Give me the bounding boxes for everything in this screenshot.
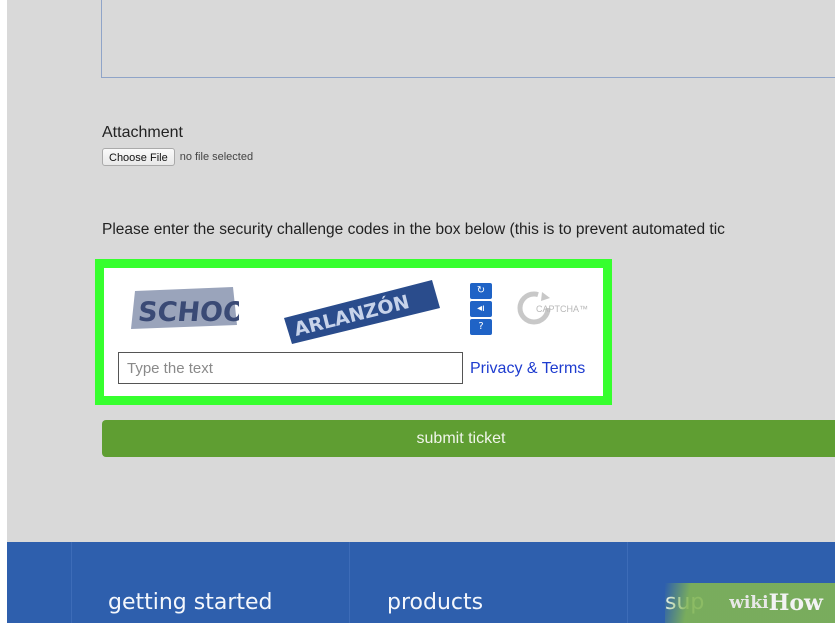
captcha-word-2-text: ARLANZÓN: [291, 289, 411, 341]
description-textarea[interactable]: [101, 0, 835, 78]
file-status-text: no file selected: [179, 151, 254, 163]
footer-link-getting-started[interactable]: getting started: [108, 590, 273, 615]
wikihow-logo: wikiHow: [729, 590, 823, 616]
support-ticket-page: Attachment Choose File no file selected …: [7, 0, 835, 623]
audio-icon[interactable]: ◂ı: [470, 301, 492, 317]
recaptcha-logo-text: CAPTCHA™: [536, 304, 588, 314]
help-icon[interactable]: ?: [470, 319, 492, 335]
wikihow-logo-wiki: wiki: [729, 593, 769, 613]
attachment-label: Attachment: [102, 124, 183, 141]
submit-ticket-button[interactable]: submit ticket: [102, 420, 835, 457]
captcha-text-input[interactable]: [118, 352, 463, 384]
captcha-word-image-2: ARLANZÓN: [282, 278, 442, 348]
footer-link-products[interactable]: products: [387, 590, 483, 615]
captcha-word-1-text: SCHOOI: [136, 297, 239, 328]
security-instructions: Please enter the security challenge code…: [102, 221, 725, 238]
choose-file-button[interactable]: Choose File: [102, 148, 175, 166]
recaptcha-logo: CAPTCHA™: [514, 288, 600, 333]
wikihow-logo-how: How: [768, 590, 823, 616]
captcha-highlight-frame: SCHOOI ARLANZÓN ↻ ◂ı ? CAPTCHA™ Type the…: [95, 259, 612, 405]
captcha-widget: SCHOOI ARLANZÓN ↻ ◂ı ? CAPTCHA™ Type the…: [104, 268, 603, 396]
file-input-row: Choose File no file selected: [102, 148, 253, 166]
refresh-icon[interactable]: ↻: [470, 283, 492, 299]
captcha-word-image-1: SCHOOI: [129, 285, 239, 331]
privacy-terms-link[interactable]: Privacy & Terms: [470, 360, 585, 378]
captcha-controls: ↻ ◂ı ?: [470, 283, 496, 335]
